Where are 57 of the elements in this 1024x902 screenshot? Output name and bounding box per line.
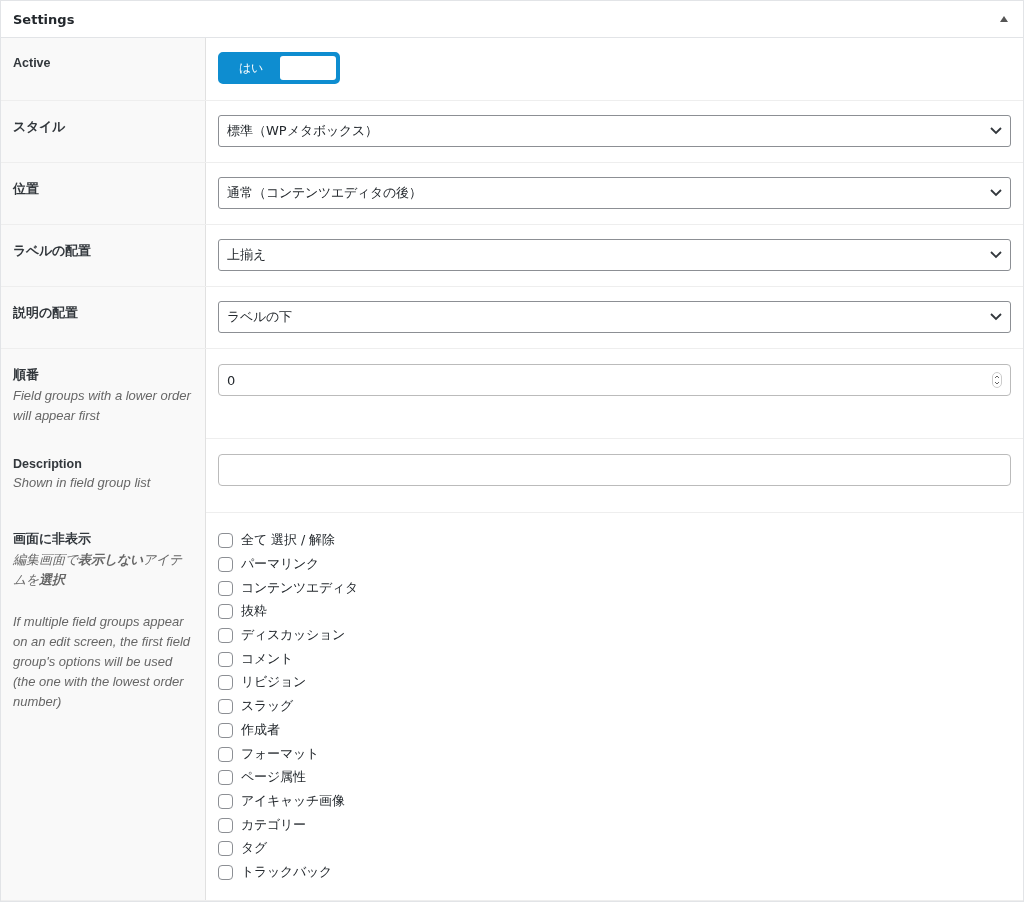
field-label: 画面に非表示	[13, 531, 92, 548]
toggle-switch[interactable]: はい	[218, 52, 340, 84]
checkbox[interactable]	[218, 841, 233, 857]
chevron-down-icon	[990, 313, 1002, 321]
help-text: Shown in field group list	[13, 474, 152, 492]
checkbox-option[interactable]: 抜粋	[218, 600, 1011, 624]
checkbox-option[interactable]: ディスカッション	[218, 623, 1011, 648]
checkbox-option[interactable]: タグ	[218, 836, 1011, 861]
checkbox[interactable]	[218, 722, 233, 738]
checkbox[interactable]	[218, 864, 233, 880]
checkbox[interactable]	[218, 699, 233, 715]
checkbox-option[interactable]: カテゴリー	[218, 813, 1011, 837]
select-field[interactable]: ラベルの下	[218, 301, 1011, 333]
select-field[interactable]: 上揃え	[218, 239, 1011, 271]
checkbox-option[interactable]: リビジョン	[218, 671, 1011, 695]
field-label: スタイル	[13, 119, 66, 136]
field-label: Active	[13, 56, 52, 70]
checkbox[interactable]	[218, 770, 233, 786]
help-text: 編集画面で表示しないアイテムを選択	[13, 551, 184, 589]
stepper-icon[interactable]	[992, 372, 1002, 388]
field-label: 順番	[13, 367, 40, 384]
checkbox-option[interactable]: スラッグ	[218, 694, 1011, 719]
checkbox-option[interactable]: コンテンツエディタ	[218, 576, 1011, 601]
field-label: ラベルの配置	[13, 243, 92, 260]
field-label: 位置	[13, 181, 40, 198]
checkbox-option[interactable]: トラックバック	[218, 860, 1011, 885]
help-text: If multiple field groups appear on an edit screen, the first field group's options will be used (the one with the lowest order number)	[13, 613, 192, 711]
checkbox-option[interactable]: コメント	[218, 647, 1011, 672]
checkbox-option[interactable]: 作成者	[218, 718, 1011, 743]
checkbox[interactable]	[218, 580, 233, 596]
checkbox[interactable]	[218, 793, 233, 809]
checkbox[interactable]	[218, 651, 233, 667]
checkbox[interactable]	[218, 746, 233, 762]
checkbox[interactable]	[218, 557, 233, 573]
checkbox-option[interactable]: ページ属性	[218, 765, 1011, 790]
panel-title: Settings	[13, 11, 75, 27]
field-label: 説明の配置	[13, 305, 79, 322]
field-label: Description	[13, 457, 83, 471]
checkbox-option[interactable]: パーマリンク	[218, 552, 1011, 577]
select-field[interactable]: 通常（コンテンツエディタの後）	[218, 177, 1011, 209]
chevron-down-icon	[990, 189, 1002, 197]
help-text: Field groups with a lower order will appear first	[13, 387, 193, 425]
chevron-down-icon	[990, 127, 1002, 135]
checkbox-option[interactable]: アイキャッチ画像	[218, 789, 1011, 814]
checkbox[interactable]	[218, 604, 233, 620]
checkbox[interactable]	[218, 628, 233, 644]
chevron-down-icon	[990, 251, 1002, 259]
checkbox[interactable]	[218, 533, 233, 549]
checkbox[interactable]	[218, 675, 233, 691]
select-field[interactable]: 標準（WPメタボックス）	[218, 115, 1011, 147]
input-field[interactable]	[218, 454, 1011, 486]
collapse-icon[interactable]	[999, 15, 1009, 23]
checkbox[interactable]	[218, 817, 233, 833]
checkbox-option[interactable]: 全て 選択 / 解除	[218, 529, 1011, 553]
toggle-label: はい	[238, 59, 264, 77]
number-field[interactable]: 0	[218, 364, 1011, 396]
checkbox-option[interactable]: フォーマット	[218, 742, 1011, 766]
